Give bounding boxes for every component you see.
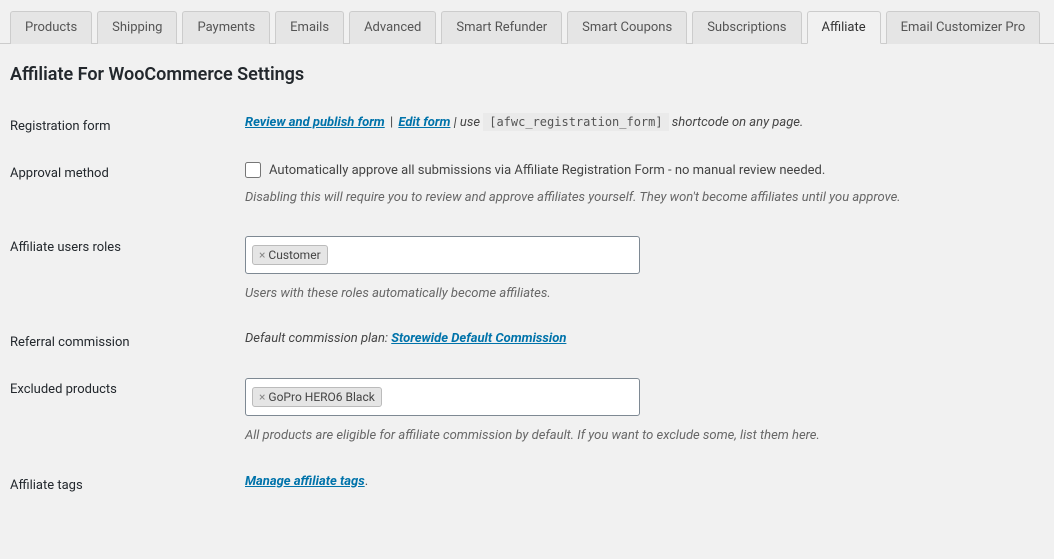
text-shortcode-tail: shortcode on any page. <box>669 115 804 130</box>
tab-smart-refunder[interactable]: Smart Refunder <box>441 11 562 44</box>
field-affiliate-roles: ×Customer Users with these roles automat… <box>245 236 1044 304</box>
separator: | <box>385 115 399 130</box>
row-referral-commission: Referral commission Default commission p… <box>10 331 1044 350</box>
tag-label: GoPro HERO6 Black <box>268 390 374 404</box>
field-registration-form: Review and publish form | Edit form | us… <box>245 115 1044 130</box>
settings-page: Affiliate For WooCommerce Settings Regis… <box>0 44 1054 531</box>
helper-excluded-products: All products are eligible for affiliate … <box>245 426 1044 446</box>
label-excluded-products: Excluded products <box>10 378 245 397</box>
helper-affiliate-roles: Users with these roles automatically bec… <box>245 284 1044 304</box>
text-default-plan: Default commission plan: <box>245 331 391 346</box>
checkbox-label-auto-approve: Automatically approve all submissions vi… <box>269 163 825 178</box>
tab-emails[interactable]: Emails <box>275 11 344 44</box>
page-heading: Affiliate For WooCommerce Settings <box>10 64 1044 85</box>
row-approval-method: Approval method Automatically approve al… <box>10 162 1044 208</box>
tab-affiliate[interactable]: Affiliate <box>807 11 881 44</box>
tab-smart-coupons[interactable]: Smart Coupons <box>567 11 687 44</box>
close-icon[interactable]: × <box>259 391 265 403</box>
settings-tabs: Products Shipping Payments Emails Advanc… <box>0 0 1054 44</box>
helper-approval-method: Disabling this will require you to revie… <box>245 188 1044 208</box>
select-excluded-products[interactable]: ×GoPro HERO6 Black <box>245 378 640 416</box>
tab-email-customizer-pro[interactable]: Email Customizer Pro <box>886 11 1041 44</box>
label-approval-method: Approval method <box>10 162 245 181</box>
shortcode-text: [afwc_registration_form] <box>483 113 668 131</box>
tag-label: Customer <box>268 248 320 262</box>
tag-gopro[interactable]: ×GoPro HERO6 Black <box>252 387 382 407</box>
field-excluded-products: ×GoPro HERO6 Black All products are elig… <box>245 378 1044 446</box>
label-registration-form: Registration form <box>10 115 245 134</box>
tab-advanced[interactable]: Advanced <box>349 11 436 44</box>
tag-customer[interactable]: ×Customer <box>252 245 328 265</box>
tab-subscriptions[interactable]: Subscriptions <box>692 11 801 44</box>
link-review-publish-form[interactable]: Review and publish form <box>245 115 385 130</box>
tab-payments[interactable]: Payments <box>182 11 270 44</box>
period: . <box>365 474 368 489</box>
select-affiliate-roles[interactable]: ×Customer <box>245 236 640 274</box>
link-manage-affiliate-tags[interactable]: Manage affiliate tags <box>245 474 365 489</box>
label-affiliate-tags: Affiliate tags <box>10 474 245 493</box>
field-affiliate-tags: Manage affiliate tags. <box>245 474 1044 489</box>
label-affiliate-roles: Affiliate users roles <box>10 236 245 255</box>
row-registration-form: Registration form Review and publish for… <box>10 115 1044 134</box>
text-use: | use <box>450 115 483 130</box>
row-affiliate-roles: Affiliate users roles ×Customer Users wi… <box>10 236 1044 304</box>
label-referral-commission: Referral commission <box>10 331 245 350</box>
link-edit-form[interactable]: Edit form <box>398 115 450 130</box>
field-referral-commission: Default commission plan: Storewide Defau… <box>245 331 1044 346</box>
tab-shipping[interactable]: Shipping <box>97 11 177 44</box>
field-approval-method: Automatically approve all submissions vi… <box>245 162 1044 208</box>
checkbox-auto-approve[interactable] <box>245 162 261 178</box>
tab-products[interactable]: Products <box>10 11 92 44</box>
row-excluded-products: Excluded products ×GoPro HERO6 Black All… <box>10 378 1044 446</box>
close-icon[interactable]: × <box>259 249 265 261</box>
row-affiliate-tags: Affiliate tags Manage affiliate tags. <box>10 474 1044 493</box>
link-storewide-commission[interactable]: Storewide Default Commission <box>391 331 566 346</box>
